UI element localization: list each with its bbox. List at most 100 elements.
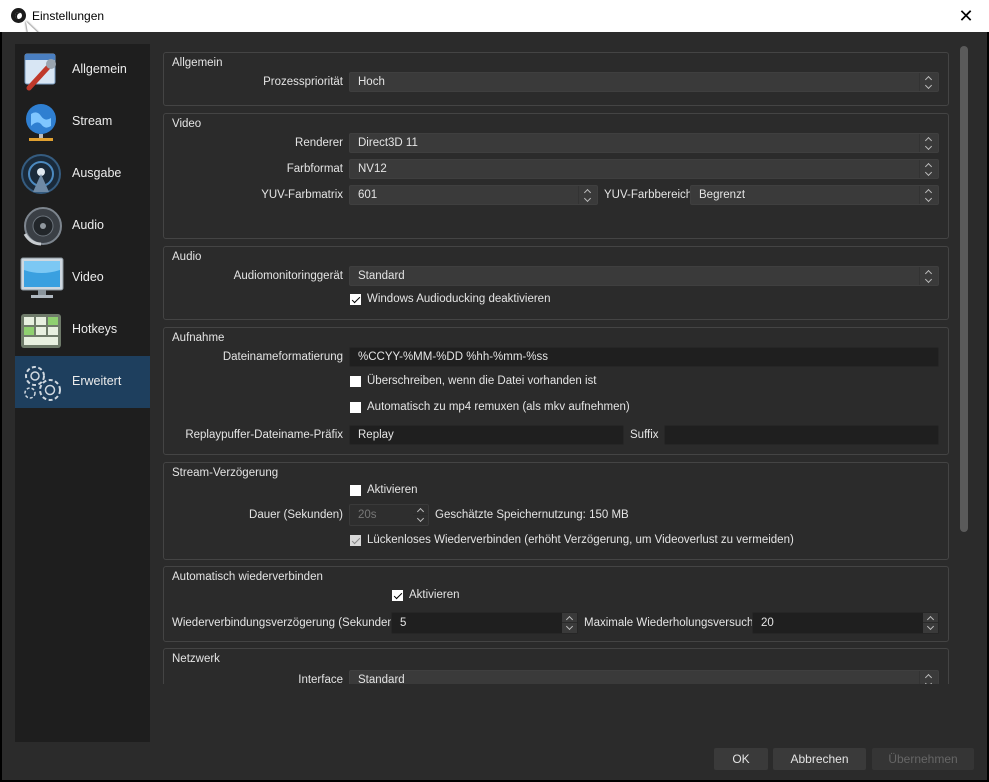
group-network: Netzwerk Interface Standard: [163, 648, 949, 684]
interface-select[interactable]: Standard: [349, 670, 939, 684]
sidebar-item-advanced[interactable]: Erweitert: [15, 356, 150, 408]
reconnect-delay-spinbox[interactable]: 5: [391, 612, 578, 634]
yuv-range-value: Begrenzt: [699, 189, 746, 201]
yuv-matrix-select[interactable]: 601: [349, 185, 598, 205]
broadcast-antenna-icon: [21, 154, 61, 194]
group-general: Allgemein Prozesspriorität Hoch: [163, 52, 949, 106]
checkbox-unchecked-icon: [350, 375, 361, 387]
chevron-down-icon[interactable]: [413, 515, 428, 525]
sidebar-item-audio[interactable]: Audio: [15, 200, 150, 252]
yuv-range-select[interactable]: Begrenzt: [690, 185, 939, 205]
chevron-updown-icon: [578, 186, 597, 204]
stream-delay-enable-checkbox[interactable]: Aktivieren: [350, 484, 418, 496]
color-format-label: Farbformat: [286, 163, 343, 175]
ok-button[interactable]: OK: [714, 748, 768, 770]
close-icon[interactable]: ✕: [943, 0, 989, 32]
replay-prefix-input[interactable]: Replay: [349, 425, 624, 445]
settings-window: Allgemein Stream Ausgabe Audio Video Hot…: [2, 32, 987, 780]
chevron-down-icon[interactable]: [923, 623, 938, 633]
apply-button[interactable]: Übernehmen: [872, 748, 974, 770]
sidebar-item-label: Stream: [72, 114, 113, 128]
remux-label: Automatisch zu mp4 remuxen (als mkv aufn…: [367, 401, 630, 413]
stream-delay-enable-label: Aktivieren: [367, 484, 418, 496]
checkbox-checked-icon: [350, 293, 361, 305]
cancel-button[interactable]: Abbrechen: [773, 748, 866, 770]
delay-duration-spinbox[interactable]: 20s: [349, 504, 429, 526]
chevron-updown-icon: [919, 186, 938, 204]
color-format-value: NV12: [358, 163, 387, 175]
group-title: Netzwerk: [172, 653, 220, 665]
sidebar-item-general[interactable]: Allgemein: [15, 44, 150, 96]
chevron-up-icon[interactable]: [562, 613, 577, 623]
title-bar: Einstellungen ✕: [0, 0, 989, 32]
chevron-up-icon[interactable]: [413, 505, 428, 515]
sidebar-item-label: Allgemein: [72, 62, 127, 76]
speaker-icon: [23, 207, 62, 246]
audio-monitor-select[interactable]: Standard: [349, 266, 939, 286]
group-title: Audio: [172, 251, 202, 263]
content-scrollbar[interactable]: [958, 44, 970, 684]
reconnect-delay-label: Wiederverbindungsverzögerung (Sekunden): [172, 617, 398, 629]
priority-select[interactable]: Hoch: [349, 72, 939, 92]
chevron-updown-icon: [919, 267, 938, 285]
chevron-updown-icon: [919, 160, 938, 178]
spin-buttons: [562, 613, 577, 633]
chevron-updown-icon: [919, 134, 938, 152]
memory-estimate-label: Geschätzte Speichernutzung: 150 MB: [435, 509, 629, 521]
sidebar-item-hotkeys[interactable]: Hotkeys: [15, 304, 150, 356]
ducking-checkbox[interactable]: Windows Audioducking deaktivieren: [350, 293, 550, 305]
keyboard-icon: [21, 314, 61, 348]
checkbox-checked-icon: [392, 589, 403, 601]
general-settings-icon: [24, 53, 56, 91]
spin-buttons: [923, 613, 938, 633]
delay-duration-label: Dauer (Sekunden): [249, 509, 343, 521]
preserve-checkbox[interactable]: Lückenloses Wiederverbinden (erhöht Verz…: [350, 534, 794, 546]
suffix-input[interactable]: [664, 425, 939, 445]
filename-format-input[interactable]: %CCYY-%MM-%DD %hh-%mm-%ss: [349, 347, 939, 367]
globe-icon: [26, 104, 56, 141]
group-title: Stream-Verzögerung: [172, 467, 279, 479]
audio-monitor-value: Standard: [358, 270, 405, 282]
overwrite-label: Überschreiben, wenn die Datei vorhanden …: [367, 375, 597, 387]
remux-checkbox[interactable]: Automatisch zu mp4 remuxen (als mkv aufn…: [350, 401, 630, 413]
sidebar-item-video[interactable]: Video: [15, 252, 150, 304]
color-format-select[interactable]: NV12: [349, 159, 939, 179]
audio-monitor-label: Audiomonitoringgerät: [233, 270, 343, 282]
chevron-updown-icon: [919, 671, 938, 684]
settings-sidebar: Allgemein Stream Ausgabe Audio Video Hot…: [15, 44, 150, 742]
reconnect-enable-checkbox[interactable]: Aktivieren: [392, 589, 460, 601]
interface-value: Standard: [358, 674, 405, 684]
chevron-down-icon[interactable]: [562, 623, 577, 633]
spin-buttons: [413, 505, 428, 525]
max-retries-label: Maximale Wiederholungsversuche: [584, 617, 760, 629]
group-title: Automatisch wiederverbinden: [172, 571, 323, 583]
group-title: Aufnahme: [172, 332, 225, 344]
replay-prefix-label: Replaypuffer-Dateiname-Präfix: [185, 429, 343, 441]
yuv-range-label: YUV-Farbbereich: [604, 189, 693, 201]
yuv-matrix-label: YUV-Farbmatrix: [261, 189, 343, 201]
renderer-label: Renderer: [295, 137, 343, 149]
ducking-label: Windows Audioducking deaktivieren: [367, 293, 551, 305]
chevron-up-icon[interactable]: [923, 613, 938, 623]
yuv-matrix-value: 601: [358, 189, 378, 201]
sidebar-item-label: Hotkeys: [72, 322, 118, 336]
replay-prefix-value: Replay: [358, 429, 394, 441]
gears-icon: [24, 366, 61, 401]
group-stream-delay: Stream-Verzögerung Aktivieren Dauer (Sek…: [163, 462, 949, 560]
renderer-select[interactable]: Direct3D 11: [349, 133, 939, 153]
group-reconnect: Automatisch wiederverbinden Aktivieren W…: [163, 566, 949, 642]
max-retries-spinbox[interactable]: 20: [752, 612, 939, 634]
overwrite-checkbox[interactable]: Überschreiben, wenn die Datei vorhanden …: [350, 375, 597, 387]
sidebar-item-label: Audio: [72, 218, 104, 232]
max-retries-value: 20: [761, 617, 774, 629]
sidebar-item-stream[interactable]: Stream: [15, 96, 150, 148]
preserve-label: Lückenloses Wiederverbinden (erhöht Verz…: [367, 534, 794, 546]
scrollbar-thumb[interactable]: [960, 46, 968, 532]
sidebar-item-output[interactable]: Ausgabe: [15, 148, 150, 200]
group-title: Video: [172, 118, 202, 130]
renderer-value: Direct3D 11: [358, 137, 418, 149]
sidebar-item-label: Ausgabe: [72, 166, 122, 180]
chevron-updown-icon: [919, 73, 938, 91]
window-title: Einstellungen: [32, 9, 105, 23]
priority-value: Hoch: [358, 76, 385, 88]
